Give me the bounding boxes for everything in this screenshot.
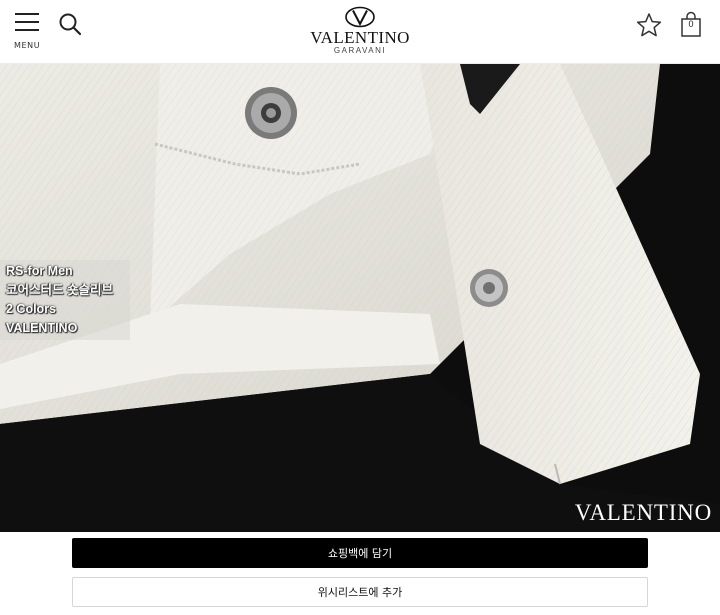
- header: MENU VALENTINO GARAVANI 0: [0, 0, 720, 64]
- search-icon: [59, 13, 82, 36]
- bag-count: 0: [688, 19, 694, 29]
- star-icon: [636, 13, 662, 37]
- add-to-bag-button[interactable]: 쇼핑백에 담기: [72, 538, 648, 568]
- logo-subline: GARAVANI: [333, 46, 387, 55]
- brand-watermark: VALENTINO: [574, 500, 712, 525]
- menu-icon-bar: [15, 21, 39, 23]
- wishlist-button[interactable]: [636, 12, 662, 38]
- menu-button[interactable]: MENU: [14, 12, 42, 52]
- shopping-bag-button[interactable]: 0: [680, 11, 702, 39]
- menu-label: MENU: [14, 41, 41, 50]
- menu-icon: [15, 13, 39, 15]
- overlay-line: 코어스터드 숏슬리브: [6, 283, 113, 297]
- logo-wordmark: VALENTINO: [310, 28, 410, 47]
- search-button[interactable]: [58, 12, 84, 38]
- brand-logo[interactable]: VALENTINO GARAVANI: [300, 6, 420, 58]
- overlay-line: 2 Colors: [6, 302, 57, 316]
- add-to-wishlist-button[interactable]: 위시리스트에 추가: [72, 577, 648, 607]
- overlay-line: RS-for Men: [6, 264, 73, 278]
- menu-icon-bar: [15, 29, 39, 31]
- overlay-line: VALENTINO: [6, 321, 78, 335]
- product-overlay-text: RS-for Men 코어스터드 숏슬리브 2 Colors VALENTINO: [0, 260, 130, 340]
- product-image[interactable]: RS-for Men 코어스터드 숏슬리브 2 Colors VALENTINO…: [0, 64, 720, 532]
- valentino-v-logo-icon: [345, 6, 375, 28]
